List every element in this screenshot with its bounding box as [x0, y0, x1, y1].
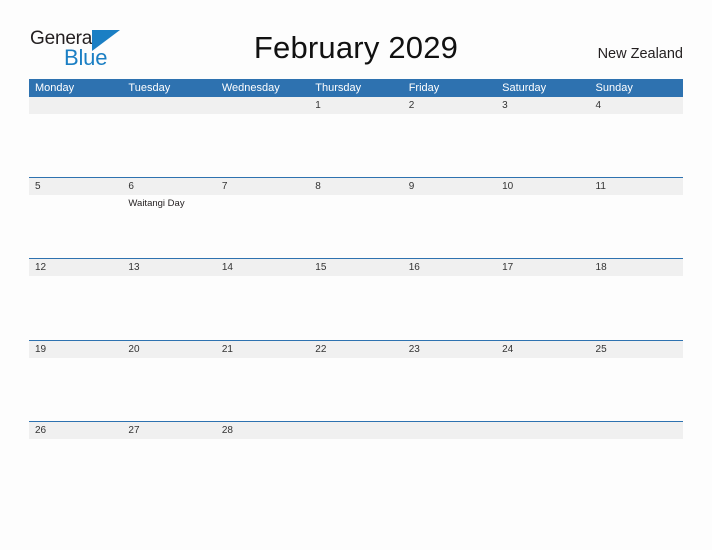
day-event[interactable] — [216, 439, 309, 502]
day-number-band: 1 2 3 4 — [29, 97, 683, 114]
calendar-grid: Monday Tuesday Wednesday Thursday Friday… — [29, 79, 683, 502]
day-number[interactable]: 26 — [29, 422, 122, 439]
day-number[interactable]: 5 — [29, 178, 122, 195]
day-event[interactable] — [122, 358, 215, 421]
day-event[interactable] — [309, 358, 402, 421]
day-number[interactable]: 17 — [496, 259, 589, 276]
day-number[interactable]: 28 — [216, 422, 309, 439]
day-number[interactable]: 8 — [309, 178, 402, 195]
day-event[interactable] — [309, 195, 402, 258]
day-number-band: 19 20 21 22 23 24 25 — [29, 341, 683, 358]
day-number[interactable]: 18 — [590, 259, 683, 276]
day-event-band — [29, 276, 683, 340]
weekday-header-friday: Friday — [408, 82, 440, 94]
day-event[interactable] — [590, 195, 683, 258]
day-event[interactable] — [122, 114, 215, 177]
day-number-band: 12 13 14 15 16 17 18 — [29, 259, 683, 276]
calendar-week-row: 19 20 21 22 23 24 25 — [29, 340, 683, 421]
day-number[interactable] — [122, 97, 215, 114]
day-event[interactable] — [309, 439, 402, 502]
day-event[interactable] — [216, 276, 309, 340]
day-number[interactable]: 3 — [496, 97, 589, 114]
day-number[interactable] — [309, 422, 402, 439]
day-event[interactable] — [403, 114, 496, 177]
weekday-header-thursday: Thursday — [315, 82, 362, 94]
weekday-header-row: Monday Tuesday Wednesday Thursday Friday… — [29, 79, 683, 97]
day-event[interactable] — [216, 195, 309, 258]
day-number[interactable]: 11 — [590, 178, 683, 195]
calendar-week-row: 5 6 7 8 9 10 11 Waitangi Day — [29, 177, 683, 258]
day-event[interactable] — [403, 358, 496, 421]
calendar-week-row: 26 27 28 — [29, 421, 683, 502]
day-event[interactable] — [29, 358, 122, 421]
day-number[interactable]: 6 — [122, 178, 215, 195]
calendar-page: General Blue February 2029 New Zealand M… — [0, 0, 712, 550]
day-event-band — [29, 358, 683, 421]
day-number[interactable]: 13 — [122, 259, 215, 276]
day-event[interactable] — [216, 358, 309, 421]
day-number[interactable]: 7 — [216, 178, 309, 195]
day-number[interactable]: 25 — [590, 341, 683, 358]
day-event[interactable] — [122, 276, 215, 340]
day-event[interactable] — [29, 195, 122, 258]
day-event[interactable] — [590, 276, 683, 340]
day-event[interactable] — [403, 276, 496, 340]
day-event[interactable] — [29, 114, 122, 177]
day-number[interactable]: 9 — [403, 178, 496, 195]
page-header: General Blue February 2029 New Zealand — [0, 0, 712, 78]
day-event-band: Waitangi Day — [29, 195, 683, 258]
day-number[interactable] — [403, 422, 496, 439]
weekday-header-monday: Monday — [35, 82, 75, 94]
weekday-header-sunday: Sunday — [595, 82, 633, 94]
day-number[interactable]: 27 — [122, 422, 215, 439]
day-event-band — [29, 439, 683, 502]
day-event[interactable] — [496, 439, 589, 502]
day-event[interactable] — [29, 439, 122, 502]
day-number[interactable]: 23 — [403, 341, 496, 358]
day-event[interactable] — [309, 276, 402, 340]
day-number[interactable]: 19 — [29, 341, 122, 358]
day-number[interactable]: 16 — [403, 259, 496, 276]
day-number-band: 5 6 7 8 9 10 11 — [29, 178, 683, 195]
day-number[interactable]: 14 — [216, 259, 309, 276]
weekday-header-saturday: Saturday — [502, 82, 547, 94]
day-number[interactable] — [590, 422, 683, 439]
day-event[interactable] — [496, 358, 589, 421]
calendar-week-row: 1 2 3 4 — [29, 97, 683, 177]
day-event[interactable]: Waitangi Day — [122, 195, 215, 258]
day-number[interactable]: 1 — [309, 97, 402, 114]
day-event[interactable] — [590, 358, 683, 421]
day-event[interactable] — [403, 439, 496, 502]
day-event[interactable] — [29, 276, 122, 340]
day-event[interactable] — [590, 439, 683, 502]
day-number[interactable]: 15 — [309, 259, 402, 276]
day-number[interactable]: 20 — [122, 341, 215, 358]
day-event[interactable] — [590, 114, 683, 177]
day-number[interactable] — [216, 97, 309, 114]
day-number[interactable]: 12 — [29, 259, 122, 276]
day-event[interactable] — [216, 114, 309, 177]
day-number[interactable]: 21 — [216, 341, 309, 358]
day-number[interactable]: 2 — [403, 97, 496, 114]
day-event-band — [29, 114, 683, 177]
day-number[interactable]: 24 — [496, 341, 589, 358]
day-number-band: 26 27 28 — [29, 422, 683, 439]
day-event[interactable] — [403, 195, 496, 258]
day-number[interactable] — [496, 422, 589, 439]
region-label: New Zealand — [597, 46, 683, 62]
day-number[interactable]: 4 — [590, 97, 683, 114]
day-number[interactable]: 22 — [309, 341, 402, 358]
day-number[interactable] — [29, 97, 122, 114]
day-event[interactable] — [122, 439, 215, 502]
calendar-week-row: 12 13 14 15 16 17 18 — [29, 258, 683, 340]
weekday-header-wednesday: Wednesday — [221, 82, 280, 94]
day-event[interactable] — [309, 114, 402, 177]
weekday-header-tuesday: Tuesday — [128, 82, 171, 94]
day-event[interactable] — [496, 195, 589, 258]
day-event[interactable] — [496, 276, 589, 340]
day-event[interactable] — [496, 114, 589, 177]
day-number[interactable]: 10 — [496, 178, 589, 195]
